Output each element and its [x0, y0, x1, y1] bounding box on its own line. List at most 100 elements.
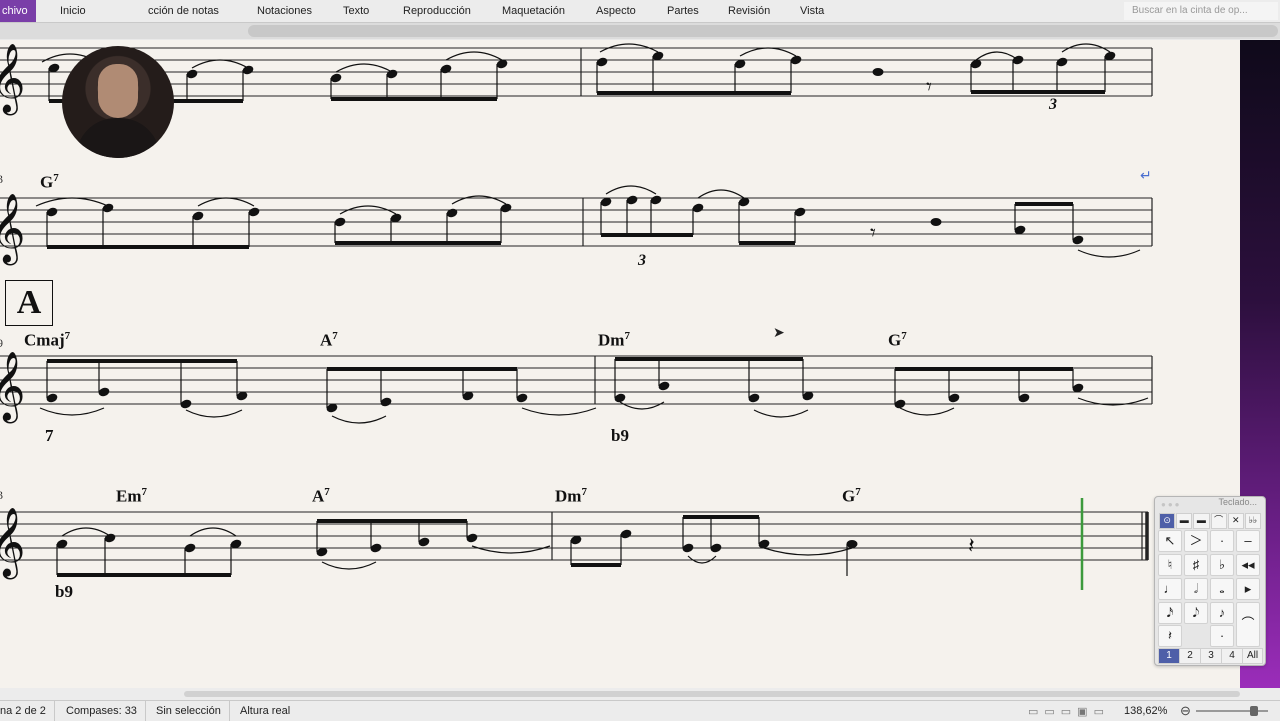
tab-entrada-de-notas[interactable]: cción de notas [148, 0, 219, 22]
keypad-tenuto-icon[interactable]: – [1236, 530, 1260, 552]
note-mark [39, 407, 105, 416]
keypad-eighth-note-icon[interactable]: 𝅘𝅥𝅮 [1184, 602, 1208, 624]
note-mark [697, 189, 745, 199]
note-mark [930, 218, 942, 226]
keypad-select-icon[interactable]: ↖ [1158, 530, 1182, 552]
layout-return-icon[interactable]: ↵ [1140, 167, 1152, 183]
keypad-tie-button-icon[interactable]: ⌒ [1236, 602, 1260, 647]
note-mark [471, 545, 551, 554]
zoom-level[interactable]: 138,62% [1124, 701, 1167, 721]
tab-reproduccion[interactable]: Reproducción [403, 0, 471, 22]
bar-number: 3 [0, 172, 3, 186]
note-mark [739, 47, 797, 57]
tab-notaciones[interactable]: Notaciones [257, 0, 312, 22]
view-mode-icons[interactable]: ▭▭▭▣▭ [1028, 705, 1110, 718]
tab-maquetacion[interactable]: Maquetación [502, 0, 565, 22]
tuplet-3[interactable]: 3 [1049, 96, 1057, 114]
note-mark [189, 527, 237, 537]
keypad-quarter-note-icon[interactable]: ♩ [1158, 578, 1182, 600]
tab-partes[interactable]: Partes [667, 0, 699, 22]
rehearsal-mark[interactable]: A [5, 280, 53, 326]
keypad-sharp-icon[interactable]: ♯ [1184, 554, 1208, 576]
keypad-rest-icon[interactable]: 𝄽 [1158, 625, 1182, 647]
keypad-double-flat-icon[interactable]: ♭♭ [1244, 513, 1262, 529]
keypad-title: Teclado... [1218, 497, 1257, 507]
status-pitch: Altura real [240, 705, 291, 717]
score-canvas[interactable]: 𝄞 𝄞 𝄞 𝄞 𝄾 𝄾 𝄽 ↵ A G7 Cmaj7 A7 Dm7 G7 Em7 A7 D… [0, 40, 1240, 690]
keypad-panel[interactable]: ●●● Teclado... ⊙ ▬ ▬ ⌒ ✕ ♭♭ ↖ ＞ · – ♮ ♯ … [1154, 496, 1266, 666]
note-mark [846, 540, 858, 548]
ribbon-search-input[interactable]: Buscar en la cinta de op... [1124, 2, 1278, 20]
bar-number: 3 [0, 488, 3, 502]
tab-revision[interactable]: Revisión [728, 0, 770, 22]
zoom-slider[interactable] [1196, 706, 1268, 716]
mouse-cursor-icon: ➤ [773, 324, 785, 340]
ribbon: chivo Inicio cción de notas Notaciones T… [0, 0, 1280, 23]
keypad-beams-icon[interactable]: ▬ [1193, 513, 1210, 529]
keypad-flat-icon[interactable]: ♭ [1210, 554, 1234, 576]
zoom-out-icon[interactable]: ⊖ [1180, 703, 1191, 719]
chord-g7-line2[interactable]: G7 [40, 172, 59, 193]
score-svg: 𝄞 𝄞 𝄞 𝄞 𝄾 𝄾 𝄽 ↵ [0, 43, 1153, 590]
tab-vista[interactable]: Vista [800, 0, 824, 22]
note-mark [185, 409, 243, 418]
chord-dm7-line3[interactable]: Dm7 [598, 330, 630, 351]
keypad-accidentals-icon[interactable]: ✕ [1227, 513, 1244, 529]
note-mark [619, 401, 665, 410]
chord-a7-line4[interactable]: A7 [312, 486, 330, 507]
tab-texto[interactable]: Texto [343, 0, 369, 22]
barlines [551, 48, 1153, 560]
tab-archivo[interactable]: chivo [0, 0, 36, 22]
note-mark [1077, 249, 1141, 258]
note-mark [321, 561, 377, 570]
keypad-half-note-icon[interactable]: 𝅗𝅥 [1184, 578, 1208, 600]
keypad-whole-note-icon[interactable]: 𝅝 [1210, 578, 1234, 600]
keypad-layout-4[interactable]: 4 [1221, 648, 1243, 664]
keypad-natural-icon[interactable]: ♮ [1158, 554, 1182, 576]
keypad-accent-icon[interactable]: ＞ [1184, 530, 1208, 552]
keypad-layout-2[interactable]: 2 [1179, 648, 1201, 664]
svg-text:𝄾: 𝄾 [870, 221, 876, 246]
chord-a7-line3[interactable]: A7 [320, 330, 338, 351]
tension-b9[interactable]: b9 [611, 426, 629, 446]
tab-aspecto[interactable]: Aspecto [596, 0, 636, 22]
note-mark [335, 63, 393, 73]
chord-cmaj7[interactable]: Cmaj7 [24, 330, 70, 351]
status-page: na 2 de 2 [0, 701, 55, 721]
note-mark [899, 407, 955, 416]
top-scrollbar-thumb[interactable] [248, 25, 1278, 37]
top-scrollbar[interactable] [0, 23, 1280, 39]
bottom-scrollbar-thumb[interactable] [184, 691, 1240, 697]
svg-text:𝄞: 𝄞 [0, 351, 25, 423]
keypad-layout-1[interactable]: 1 [1158, 648, 1180, 664]
note-mark [872, 68, 884, 76]
keypad-dot-icon[interactable]: · [1210, 625, 1234, 647]
tension-7[interactable]: 7 [45, 426, 54, 446]
keypad-play-icon[interactable]: ▸ [1236, 578, 1260, 600]
tab-inicio[interactable]: Inicio [60, 0, 86, 22]
chord-dm7-line4[interactable]: Dm7 [555, 486, 587, 507]
chord-em7[interactable]: Em7 [116, 486, 147, 507]
status-selection: Sin selección [148, 701, 230, 721]
note-mark [61, 527, 111, 537]
svg-text:𝄞: 𝄞 [0, 43, 25, 115]
keypad-rewind-icon[interactable]: ◂◂ [1236, 554, 1260, 576]
keypad-eighth-icon[interactable]: ♪ [1210, 602, 1234, 624]
notes-layer [35, 43, 1149, 577]
keypad-common-notes-icon[interactable]: ⊙ [1159, 513, 1176, 529]
tension-b9[interactable]: b9 [55, 582, 73, 602]
keypad-staccato-icon[interactable]: · [1210, 530, 1234, 552]
zoom-slider-knob[interactable] [1250, 706, 1258, 716]
keypad-layout-3[interactable]: 3 [1200, 648, 1222, 664]
staff-lines [0, 47, 1152, 561]
keypad-more-notes-icon[interactable]: ▬ [1176, 513, 1193, 529]
tuplet-3[interactable]: 3 [638, 252, 646, 270]
keypad-sixteenth-note-icon[interactable]: 𝅘𝅥𝅯 [1158, 602, 1182, 624]
bottom-scrollbar[interactable] [0, 688, 1280, 700]
keypad-tie-icon[interactable]: ⌒ [1210, 513, 1227, 529]
note-mark [451, 195, 507, 205]
keypad-layout-all[interactable]: All [1242, 648, 1263, 664]
chord-g7-line4[interactable]: G7 [842, 486, 861, 507]
note-mark [35, 197, 109, 207]
chord-g7-line3[interactable]: G7 [888, 330, 907, 351]
